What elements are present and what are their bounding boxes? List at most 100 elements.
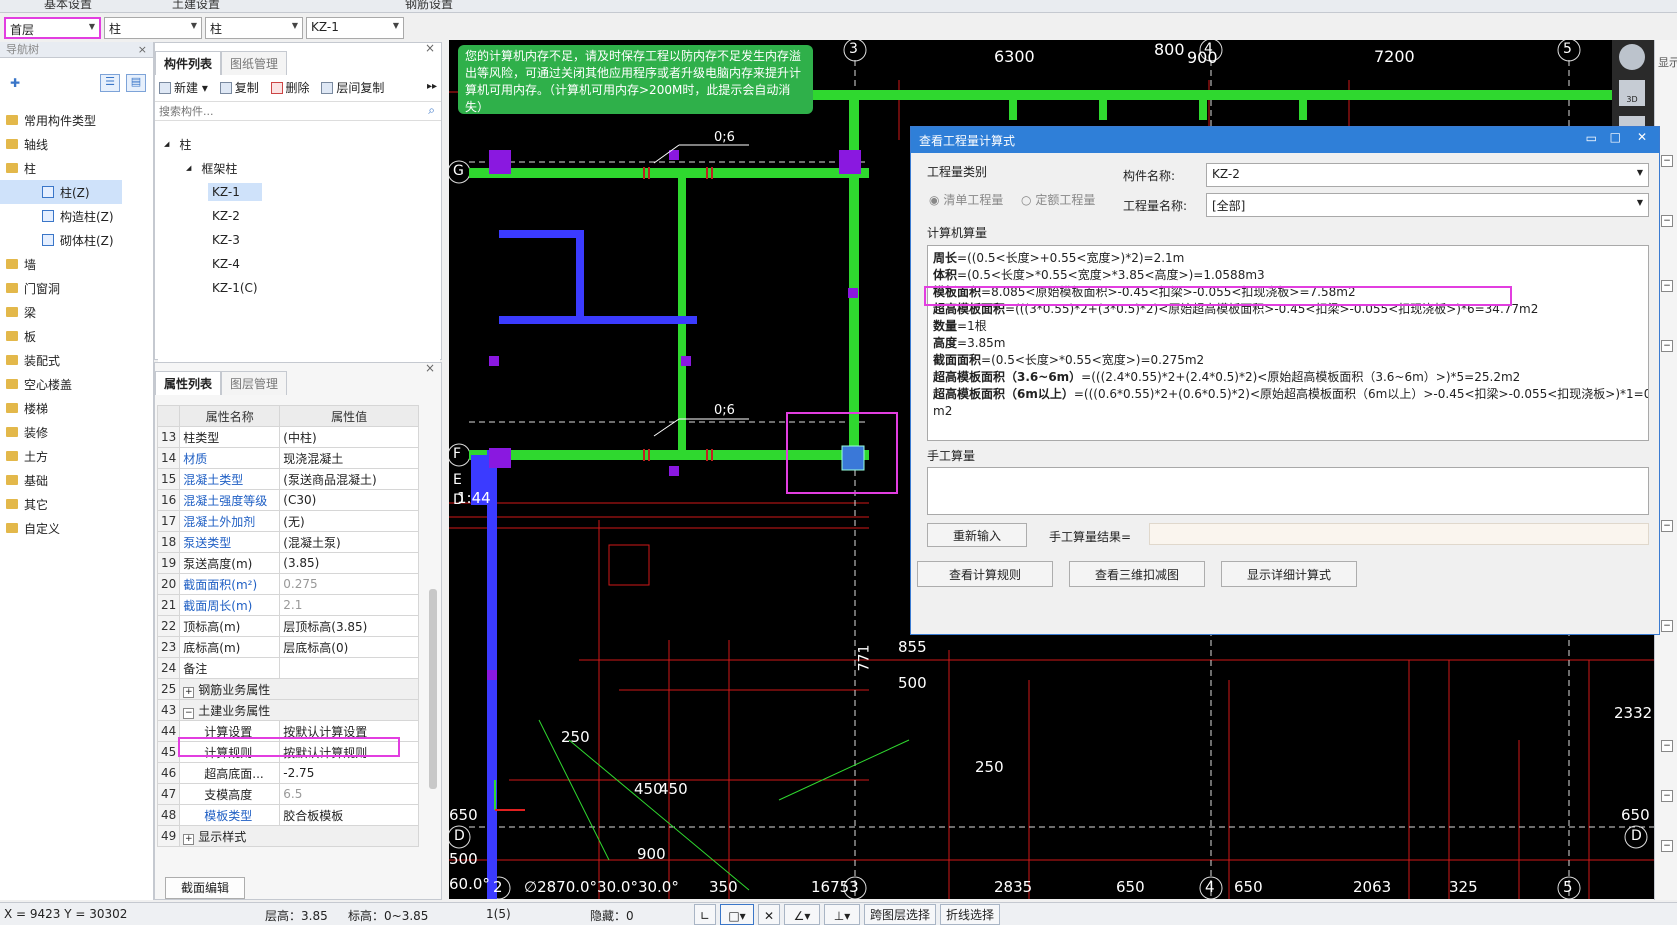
property-row[interactable]: 18 泵送类型 (混凝土泵) (156, 531, 419, 553)
floor-copy-button[interactable]: 层间复制 (321, 79, 384, 96)
nav-item[interactable]: 常用构件类型 (0, 108, 150, 132)
polyline-select-button[interactable]: 折线选择 (940, 904, 1000, 925)
property-row[interactable]: 22 顶标高(m) 层顶标高(3.85) (156, 615, 419, 637)
tab-property-list[interactable]: 属性列表 (155, 371, 222, 395)
property-row[interactable]: 46 超高底面... -2.75 (156, 762, 419, 784)
property-row[interactable]: 24 备注 (156, 657, 419, 679)
nav-item[interactable]: 装配式 (0, 348, 150, 372)
expand-arrow-icon[interactable]: ◢ (186, 164, 191, 172)
nav-item[interactable]: 柱(Z) (0, 180, 122, 204)
property-row[interactable]: 13 柱类型 (中柱) (156, 426, 419, 448)
menu-tab-basic[interactable]: 基本设置 (44, 0, 92, 12)
pin-icon[interactable]: ✚ (10, 76, 20, 90)
collapse-icon[interactable]: − (1661, 215, 1673, 227)
property-value[interactable]: (无) (279, 510, 419, 532)
qty-name-select[interactable]: [全部] ▼ (1206, 193, 1649, 217)
expand-arrow-icon[interactable]: ◢ (164, 140, 169, 148)
nav-item[interactable]: 楼梯 (0, 396, 150, 420)
property-value[interactable]: 胶合板模板 (279, 804, 419, 826)
section-edit-button[interactable]: 截面编辑 (165, 877, 245, 899)
property-row[interactable]: 23 底标高(m) 层底标高(0) (156, 636, 419, 658)
property-scrollbar[interactable] (429, 589, 437, 789)
property-value[interactable]: (泵送商品混凝土) (279, 468, 419, 490)
show-detail-formula-button[interactable]: 显示详细计算式 (1221, 561, 1357, 587)
dialog-titlebar[interactable]: 查看工程量计算式 ▭ □ ✕ (911, 127, 1659, 153)
property-row[interactable]: 43− 土建业务属性 (156, 699, 419, 721)
collapse-icon[interactable]: − (183, 707, 195, 719)
property-row[interactable]: 20 截面面积(m²) 0.275 (156, 573, 419, 595)
property-value[interactable]: (3.85) (279, 552, 419, 574)
close-icon[interactable]: × (138, 42, 147, 58)
component-tree-item[interactable]: KZ-1(C) (158, 276, 440, 300)
floor-select[interactable]: 首层 ▼ (4, 17, 101, 39)
nav-item[interactable]: 砌体柱(Z) (0, 228, 150, 252)
property-value[interactable]: 层顶标高(3.85) (279, 615, 419, 637)
property-row[interactable]: 15 混凝土类型 (泵送商品混凝土) (156, 468, 419, 490)
nav-item[interactable]: 自定义 (0, 516, 150, 540)
tab-layer-mgmt[interactable]: 图层管理 (221, 371, 288, 395)
collapse-icon[interactable]: − (1661, 740, 1673, 752)
property-value[interactable]: 层底标高(0) (279, 636, 419, 658)
component-tree-item[interactable]: ◢ 柱 (158, 132, 440, 156)
property-value[interactable]: -2.75 (279, 762, 419, 784)
collapse-icon[interactable]: − (1661, 340, 1673, 352)
nav-item[interactable]: 轴线 (0, 132, 150, 156)
nav-item[interactable]: 梁 (0, 300, 150, 324)
type-select[interactable]: 柱 ▼ (205, 17, 303, 39)
radio-list-qty[interactable]: ◉ 清单工程量 (929, 191, 1003, 208)
3d-view-icon[interactable]: 3D (1619, 80, 1645, 106)
minimize-icon[interactable]: ▭ (1586, 131, 1597, 145)
collapse-icon[interactable]: − (1661, 620, 1673, 632)
property-value[interactable]: (中柱) (279, 426, 419, 448)
menu-tab-rebar[interactable]: 钢筋设置 (405, 0, 453, 12)
property-row[interactable]: 19 泵送高度(m) (3.85) (156, 552, 419, 574)
collapse-icon[interactable]: − (1661, 790, 1673, 802)
radio-quota-qty[interactable]: ○ 定额工程量 (1021, 191, 1095, 208)
property-row[interactable]: 14 材质 现浇混凝土 (156, 447, 419, 469)
component-select[interactable]: KZ-1 ▼ (306, 17, 404, 39)
nav-item[interactable]: 门窗洞 (0, 276, 150, 300)
snap-button[interactable]: □▾ (720, 904, 754, 925)
new-button[interactable]: 新建 ▾ (159, 79, 208, 96)
component-tree-item[interactable]: ◢ 框架柱 (158, 156, 440, 180)
close-icon[interactable]: × (425, 41, 435, 55)
property-row[interactable]: 47 支模高度 6.5 (156, 783, 419, 805)
nav-item[interactable]: 基础 (0, 468, 150, 492)
property-row[interactable]: 49 + 显示样式 (156, 825, 419, 847)
reinput-button[interactable]: 重新输入 (927, 523, 1027, 547)
copy-button[interactable]: 复制 (219, 79, 259, 96)
comp-name-select[interactable]: KZ-2 ▼ (1206, 163, 1649, 187)
close-icon[interactable]: ✕ (1637, 130, 1647, 144)
collapse-icon[interactable]: − (1661, 155, 1673, 167)
property-row[interactable]: 48 模板类型 胶合板模板 (156, 804, 419, 826)
view-rules-button[interactable]: 查看计算规则 (917, 561, 1053, 587)
property-value[interactable]: 0.275 (279, 573, 419, 595)
orbit-icon[interactable] (1619, 44, 1645, 70)
property-row[interactable]: 17 混凝土外加剂 (无) (156, 510, 419, 532)
manual-result-field[interactable] (1149, 523, 1649, 545)
component-tree-item[interactable]: KZ-3 (158, 228, 440, 252)
nav-item[interactable]: 柱 (0, 156, 150, 180)
nav-item[interactable]: 土方 (0, 444, 150, 468)
manual-qty-input[interactable] (927, 467, 1649, 515)
cross-layer-select-button[interactable]: 跨图层选择 (864, 904, 936, 925)
property-value[interactable]: 2.1 (279, 594, 419, 616)
expand-icon[interactable]: + (183, 833, 195, 845)
property-value[interactable]: (混凝土泵) (279, 531, 419, 553)
component-search[interactable]: ⌕ (155, 101, 441, 121)
property-row[interactable]: 25 + 钢筋业务属性 (156, 678, 419, 700)
property-row[interactable]: 16 混凝土强度等级 (C30) (156, 489, 419, 511)
expand-icon[interactable]: + (183, 686, 195, 698)
ortho-button[interactable]: ∟ (694, 904, 716, 925)
component-tree-item[interactable]: KZ-4 (158, 252, 440, 276)
nav-item[interactable]: 构造柱(Z) (0, 204, 150, 228)
collapse-icon[interactable]: − (1661, 280, 1673, 292)
property-value[interactable]: (C30) (279, 489, 419, 511)
collapse-icon[interactable]: − (1661, 840, 1673, 852)
nav-item[interactable]: 墙 (0, 252, 150, 276)
tab-drawing-mgmt[interactable]: 图纸管理 (221, 51, 288, 75)
menu-tab-civil[interactable]: 土建设置 (172, 0, 220, 12)
view-3d-deduction-button[interactable]: 查看三维扣减图 (1069, 561, 1205, 587)
property-value[interactable] (279, 657, 419, 679)
property-value[interactable]: 现浇混凝土 (279, 447, 419, 469)
